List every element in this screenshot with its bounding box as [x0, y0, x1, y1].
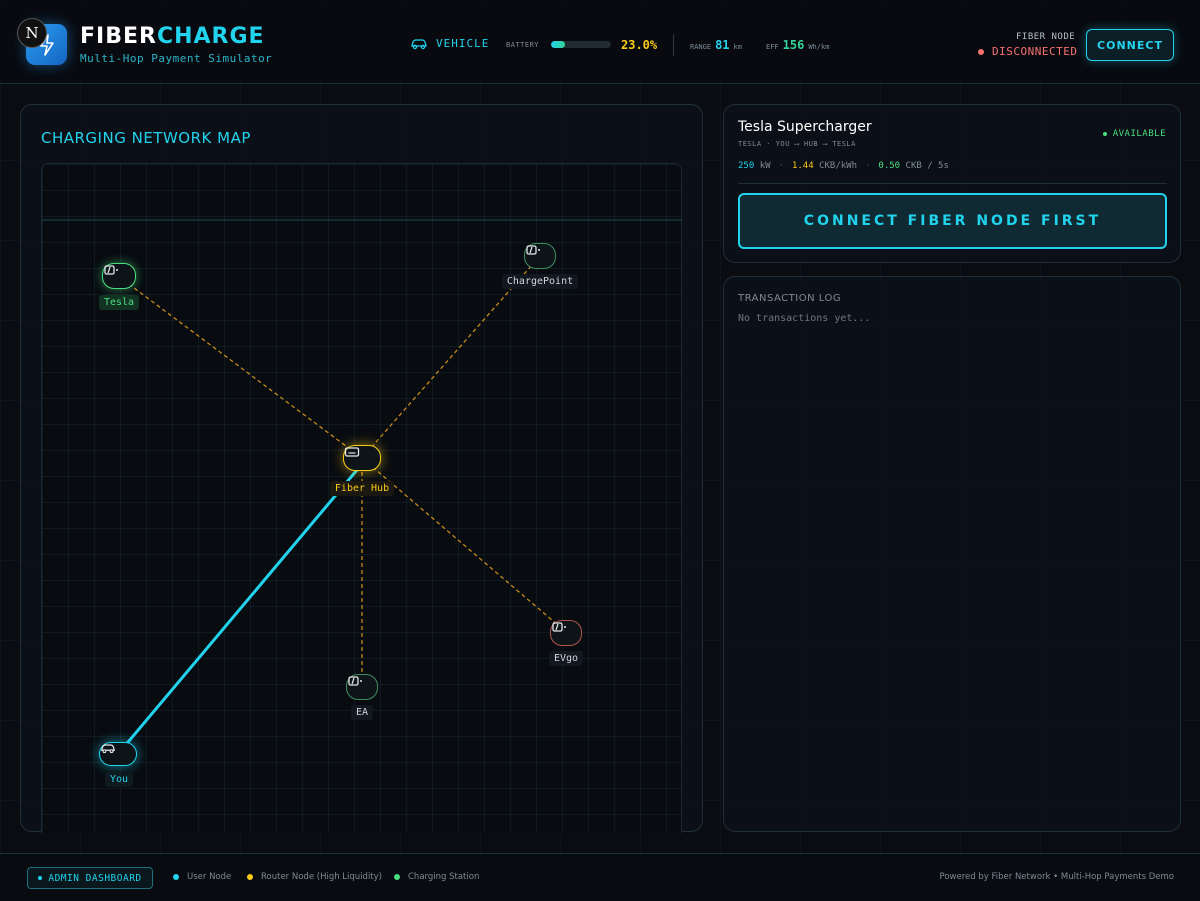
footer-credit: Powered by Fiber Network • Multi-Hop Pay… [939, 872, 1174, 882]
legend-user-node: User Node [173, 872, 231, 882]
app-subtitle: Multi-Hop Payment Simulator [80, 52, 273, 65]
app-header: N FIBERCHARGE Multi-Hop Payment Simulato… [0, 0, 1200, 84]
node-ea[interactable] [346, 674, 378, 700]
station-stats: 250 kW · 1.44 CKB/kWh · 0.50 CKB / 5s [738, 161, 949, 171]
transaction-log-panel: TRANSACTION LOG No transactions yet... [723, 276, 1181, 832]
map-title: CHARGING NETWORK MAP [41, 129, 251, 147]
eff-label: EFF [766, 43, 779, 51]
price-value: 1.44 [791, 161, 814, 171]
node-you[interactable] [99, 742, 137, 766]
edge-hub-tesla [117, 275, 363, 459]
rate-unit: CKB / 5s [905, 161, 949, 171]
divider [738, 183, 1167, 184]
connect-button[interactable]: CONNECT [1086, 29, 1174, 61]
plug-icon [348, 676, 362, 686]
app-footer: ADMIN DASHBOARD User Node Router Node (H… [0, 853, 1200, 901]
legend-dot [247, 874, 253, 880]
fiber-node-label: FIBER NODE [1016, 32, 1076, 42]
network-map[interactable]: Tesla ChargePoint Fiber Hub EVgo EA You [41, 163, 682, 833]
range-value: 81 [715, 38, 730, 52]
log-empty-text: No transactions yet... [738, 313, 871, 324]
stat-separator: · [778, 161, 784, 171]
legend-label: Charging Station [408, 872, 480, 882]
node-evgo[interactable] [550, 620, 582, 646]
network-map-panel: CHARGING NETWORK MAP Tesla ChargePoint F… [20, 104, 703, 833]
range-label: RANGE [690, 43, 712, 51]
node-label-fiber-hub: Fiber Hub [329, 481, 395, 496]
battery-fill [551, 41, 565, 48]
node-label-evgo: EVgo [548, 651, 584, 666]
header-divider [673, 34, 674, 56]
status-dot [978, 48, 984, 55]
plug-icon [104, 265, 118, 275]
eff-unit: Wh/km [808, 43, 830, 51]
battery-label: BATTERY [506, 41, 540, 49]
edge-you-hub [116, 463, 364, 755]
fiber-node-status: DISCONNECTED [978, 45, 1077, 58]
node-chargepoint[interactable] [524, 243, 556, 269]
station-panel: Tesla Supercharger TESLA · YOU ⟶ HUB ⟶ T… [723, 104, 1181, 263]
car-icon [100, 744, 116, 754]
legend-dot [394, 874, 400, 880]
node-label-tesla: Tesla [98, 295, 140, 310]
range-stat: RANGE 81 km [690, 38, 742, 52]
rate-value: 0.50 [878, 161, 901, 171]
efficiency-stat: EFF 156 Wh/km [766, 38, 829, 52]
vehicle-label: VEHICLE [436, 37, 490, 50]
legend-label: User Node [187, 872, 232, 882]
power-unit: kW [759, 161, 771, 171]
node-label-chargepoint: ChargePoint [501, 274, 579, 289]
node-label-ea: EA [350, 705, 374, 720]
battery-bar [551, 41, 611, 48]
legend-label: Router Node (High Liquidity) [261, 872, 382, 882]
status-dot [1102, 132, 1107, 136]
price-unit: CKB/kWh [819, 161, 857, 171]
station-name: Tesla Supercharger [738, 119, 872, 135]
app-title-part2: CHARGE [156, 24, 265, 49]
log-title: TRANSACTION LOG [738, 293, 842, 304]
node-label-you: You [104, 772, 134, 787]
stat-separator: · [865, 161, 871, 171]
legend-charging-station: Charging Station [394, 872, 479, 882]
map-edges [42, 219, 681, 755]
eff-value: 156 [782, 38, 805, 52]
admin-dashboard-button[interactable]: ADMIN DASHBOARD [27, 867, 153, 889]
router-icon [344, 447, 360, 457]
vehicle-indicator: VEHICLE [410, 37, 489, 50]
app-title-part1: FIBER [80, 24, 157, 49]
station-status-text: AVAILABLE [1112, 129, 1166, 139]
battery-percent: 23.0% [621, 38, 658, 52]
node-tesla[interactable] [102, 263, 136, 289]
power-value: 250 [738, 161, 755, 171]
station-status-badge: AVAILABLE [1102, 129, 1166, 139]
app-title: FIBERCHARGE [80, 24, 265, 49]
legend-dot [173, 874, 179, 880]
plug-icon [552, 622, 566, 632]
legend-router-node: Router Node (High Liquidity) [247, 872, 382, 882]
dev-badge[interactable]: N [17, 18, 47, 48]
car-icon [411, 38, 427, 49]
status-dot [38, 876, 43, 880]
plug-icon [526, 245, 540, 255]
fiber-status-text: DISCONNECTED [992, 45, 1078, 58]
range-unit: km [733, 43, 742, 51]
admin-dashboard-label: ADMIN DASHBOARD [48, 872, 142, 884]
station-route: TESLA · YOU ⟶ HUB ⟶ TESLA [738, 140, 856, 148]
node-fiber-hub[interactable] [343, 445, 381, 471]
connect-fiber-node-button[interactable]: CONNECT FIBER NODE FIRST [738, 193, 1167, 249]
